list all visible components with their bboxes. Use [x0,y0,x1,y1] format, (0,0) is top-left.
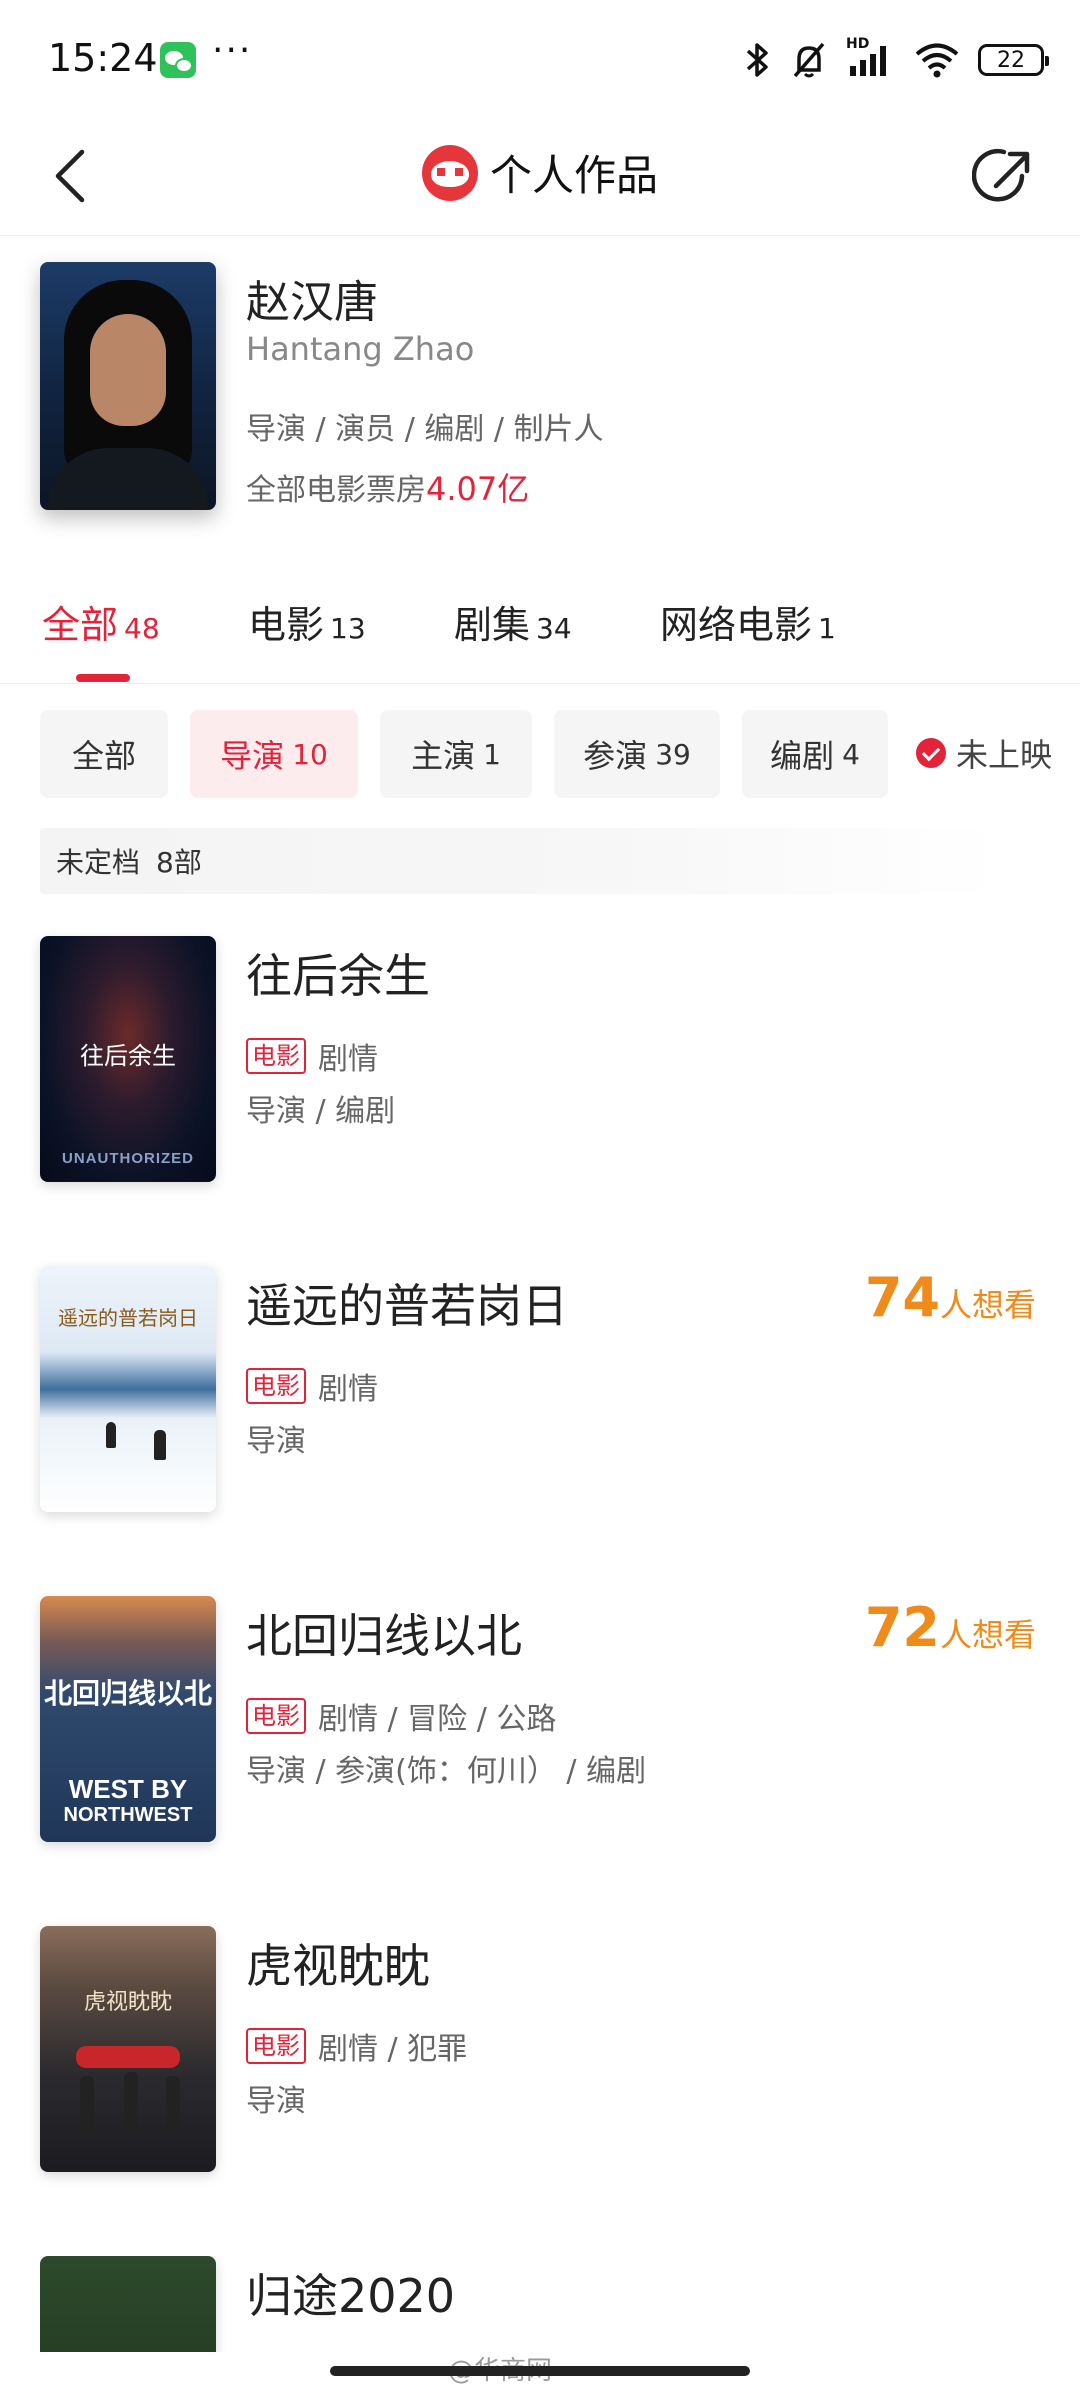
status-icons: HD 22 [744,36,1049,82]
check-circle-icon [916,738,946,768]
battery-icon: 22 [978,44,1049,76]
filter-director[interactable]: 导演 10 [190,710,358,798]
movie-item[interactable]: 遥远的普若岗日 遥远的普若岗日 74人想看 电影 剧情 导演 [40,1266,1040,1516]
status-time: 15:24 [48,36,158,80]
tab-series[interactable]: 剧集 34 [454,594,572,649]
movie-title: 虎视眈眈 [246,1939,430,1993]
section-count: 8部 [156,846,202,879]
section-header: 未定档 8部 [40,828,1000,894]
movie-type-tag: 电影 [246,2028,306,2064]
movie-genre-line: 电影 剧情 / 冒险 / 公路 [246,1694,556,1738]
movie-genres: 剧情 / 冒险 / 公路 [318,1702,557,1737]
more-notifications-icon: ··· [212,30,253,71]
movie-poster: 北回归线以北 WEST BY NORTHWEST [40,1596,216,1842]
movie-type-tag: 电影 [246,1368,306,1404]
section-label: 未定档 [56,846,141,879]
nav-title-group: 个人作品 [0,142,1080,203]
box-office-value: 4.07亿 [426,470,530,508]
signal-icon: HD [846,36,896,80]
want-to-see-count: 74人想看 [864,1266,1036,1329]
person-roles: 导演 / 演员 / 编剧 / 制片人 [246,412,604,447]
movie-type-tag: 电影 [246,1038,306,1074]
status-bar: 15:24 ··· HD 22 [0,0,1080,120]
share-icon [971,149,1030,202]
home-indicator[interactable] [330,2366,750,2376]
box-office-summary: 全部电影票房4.07亿 [246,464,529,510]
movie-item[interactable]: 归途2020 [40,2256,1040,2352]
movie-type-tag: 电影 [246,1698,306,1734]
movie-genres: 剧情 / 犯罪 [318,2032,468,2067]
profile-card: 赵汉唐 Hantang Zhao 导演 / 演员 / 编剧 / 制片人 全部电影… [40,262,1040,512]
movie-title: 往后余生 [246,949,430,1003]
movie-genres: 剧情 [318,1372,378,1407]
filter-lead-actor[interactable]: 主演 1 [380,710,532,798]
person-english-name: Hantang Zhao [246,330,475,368]
filter-screenwriter[interactable]: 编剧 4 [742,710,888,798]
page-title: 个人作品 [489,151,658,200]
movie-genres: 剧情 [318,1042,378,1077]
movie-poster: 虎视眈眈 [40,1926,216,2172]
movie-item[interactable]: 往后余生 UNAUTHORIZED 往后余生 电影 剧情 导演 / 编剧 [40,936,1040,1186]
movie-roles: 导演 / 编剧 [246,1094,396,1129]
filter-all[interactable]: 全部 [40,710,168,798]
active-tab-indicator [76,674,130,682]
person-name: 赵汉唐 [246,277,378,328]
movie-genre-line: 电影 剧情 / 犯罪 [246,2024,467,2068]
filter-supporting-actor[interactable]: 参演 39 [554,710,720,798]
mute-bell-icon [793,42,825,78]
movie-roles: 导演 [246,2084,306,2119]
movie-genre-line: 电影 剧情 [246,1364,378,1408]
bluetooth-icon [746,43,768,77]
movie-title: 遥远的普若岗日 [246,1279,568,1333]
wechat-notification-icon [160,42,196,78]
box-office-label: 全部电影票房 [246,473,426,508]
movie-item[interactable]: 北回归线以北 WEST BY NORTHWEST 北回归线以北 72人想看 电影… [40,1596,1040,1846]
movie-poster: 往后余生 UNAUTHORIZED [40,936,216,1182]
unreleased-label: 未上映 [956,736,1053,774]
tab-web-movies[interactable]: 网络电影 1 [660,594,836,649]
role-filter-bar: 全部 导演 10 主演 1 参演 39 编剧 4 未上映 [40,710,1080,800]
movie-title: 北回归线以北 [246,1609,522,1663]
movie-genre-line: 电影 剧情 [246,1034,378,1078]
wifi-icon [915,43,959,78]
movie-roles: 导演 [246,1424,306,1459]
category-tabs: 全部 48 电影 13 剧集 34 网络电影 1 [0,570,1080,684]
person-avatar[interactable] [40,262,216,510]
unreleased-toggle[interactable]: 未上映 [916,730,1052,776]
nav-header: 个人作品 [0,120,1080,236]
want-to-see-count: 72人想看 [864,1596,1036,1659]
movie-roles: 导演 / 参演(饰：何川） / 编剧 [246,1754,647,1789]
movie-title: 归途2020 [246,2269,456,2323]
movie-poster: 遥远的普若岗日 [40,1266,216,1512]
tab-all[interactable]: 全部 48 [42,594,160,649]
share-button[interactable] [971,140,1036,212]
tab-movies[interactable]: 电影 13 [248,594,366,649]
movie-poster [40,2256,216,2352]
maoyan-cat-logo-icon [421,144,478,201]
movie-item[interactable]: 虎视眈眈 虎视眈眈 电影 剧情 / 犯罪 导演 [40,1926,1040,2176]
